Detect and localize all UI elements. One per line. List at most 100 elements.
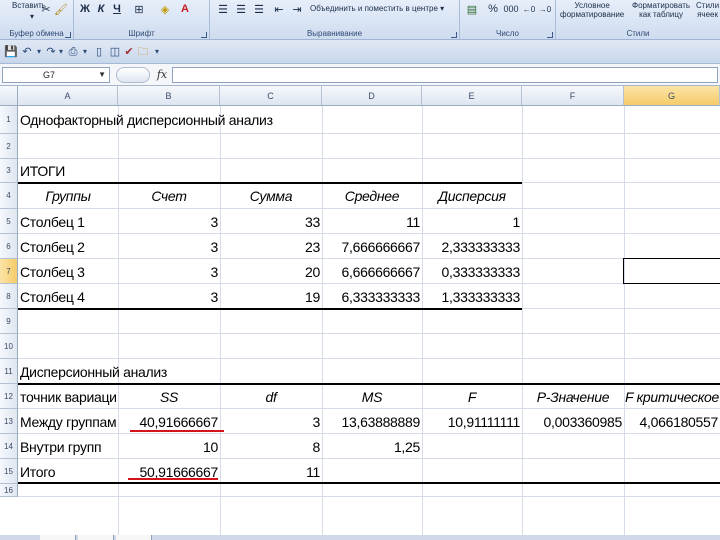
cell-b7[interactable]: 3 xyxy=(118,259,220,284)
alignment-launcher-icon[interactable] xyxy=(451,32,457,38)
cell-d5[interactable]: 11 xyxy=(322,209,422,234)
fill-color-icon[interactable]: ◈ xyxy=(158,2,172,16)
cell-a14[interactable]: Внутри групп xyxy=(18,434,118,459)
column-header-d[interactable]: D xyxy=(322,86,422,106)
insert-function-button[interactable]: fx xyxy=(152,67,172,83)
decrease-decimal-icon[interactable]: →0 xyxy=(538,2,552,16)
cell-f13[interactable]: 0,003360985 xyxy=(522,409,624,434)
cell-b4[interactable]: Счет xyxy=(118,183,220,209)
decrease-indent-icon[interactable]: ⇤ xyxy=(272,2,286,16)
row-header-13[interactable]: 13 xyxy=(0,409,18,434)
accounting-format-icon[interactable]: ▤ xyxy=(464,2,480,16)
cell-c4[interactable]: Сумма xyxy=(220,183,322,209)
conditional-format-button[interactable]: Условное форматирование xyxy=(560,1,624,19)
cell-c6[interactable]: 23 xyxy=(220,234,322,259)
row-header-15[interactable]: 15 xyxy=(0,459,18,484)
cell-styles-button[interactable]: Стили ячеек xyxy=(696,1,719,19)
row-header-9[interactable]: 9 xyxy=(0,309,18,334)
cell-a15[interactable]: Итого xyxy=(18,459,118,484)
cell-e8[interactable]: 1,333333333 xyxy=(422,284,522,309)
cell-c14[interactable]: 8 xyxy=(220,434,322,459)
cell-b12[interactable]: SS xyxy=(118,384,220,409)
format-as-table-button[interactable]: Форматировать как таблицу xyxy=(632,1,690,19)
borders-icon[interactable]: ⊞ xyxy=(132,2,146,16)
column-header-f[interactable]: F xyxy=(522,86,624,106)
merge-center-button[interactable]: Объединить и поместить в центре ▾ xyxy=(310,4,444,13)
cell-d8[interactable]: 6,333333333 xyxy=(322,284,422,309)
cell-c5[interactable]: 33 xyxy=(220,209,322,234)
row-header-11[interactable]: 11 xyxy=(0,359,18,384)
selected-cell-g7[interactable] xyxy=(623,258,720,284)
sheet-tab-1[interactable] xyxy=(40,535,76,540)
clipboard-launcher-icon[interactable] xyxy=(65,32,71,38)
cell-e5[interactable]: 1 xyxy=(422,209,522,234)
cell-g12[interactable]: F критическое xyxy=(624,384,720,409)
cell-e6[interactable]: 2,333333333 xyxy=(422,234,522,259)
cell-d4[interactable]: Среднее xyxy=(322,183,422,209)
name-box-dropdown-icon[interactable]: ▼ xyxy=(98,68,106,82)
percent-button[interactable]: % xyxy=(486,2,500,16)
cell-f12[interactable]: P-Значение xyxy=(522,384,624,409)
column-header-b[interactable]: B xyxy=(118,86,220,106)
row-header-3[interactable]: 3 xyxy=(0,159,18,183)
cell-b6[interactable]: 3 xyxy=(118,234,220,259)
align-left-icon[interactable]: ☰ xyxy=(216,2,230,16)
cell-e4[interactable]: Дисперсия xyxy=(422,183,522,209)
cell-a6[interactable]: Столбец 2 xyxy=(18,234,118,259)
align-right-icon[interactable]: ☰ xyxy=(252,2,266,16)
number-launcher-icon[interactable] xyxy=(547,32,553,38)
underline-button[interactable]: Ч xyxy=(110,2,124,16)
row-header-8[interactable]: 8 xyxy=(0,284,18,309)
open-folder-icon[interactable]: 🗀 xyxy=(136,45,150,59)
cell-a1[interactable]: Однофакторный дисперсионный анализ xyxy=(18,106,518,134)
qat-dropdown-icon[interactable]: ▾ xyxy=(78,45,92,59)
column-header-e[interactable]: E xyxy=(422,86,522,106)
cut-icon[interactable]: ✂ xyxy=(40,2,52,16)
formula-bar-resize-handle[interactable] xyxy=(116,67,150,83)
row-header-6[interactable]: 6 xyxy=(0,234,18,259)
save-icon[interactable]: 💾 xyxy=(4,45,18,59)
paste-dropdown[interactable]: ▾ xyxy=(30,12,34,21)
cell-c12[interactable]: df xyxy=(220,384,322,409)
cell-c13[interactable]: 3 xyxy=(220,409,322,434)
bold-button[interactable]: Ж xyxy=(78,2,92,16)
cell-b8[interactable]: 3 xyxy=(118,284,220,309)
cell-d12[interactable]: MS xyxy=(322,384,422,409)
worksheet-grid[interactable]: Однофакторный дисперсионный анализ ИТОГИ Г… xyxy=(18,106,720,536)
formula-input[interactable] xyxy=(172,67,718,83)
cell-c8[interactable]: 19 xyxy=(220,284,322,309)
cell-d7[interactable]: 6,666666667 xyxy=(322,259,422,284)
cell-g13[interactable]: 4,066180557 xyxy=(624,409,720,434)
row-header-12[interactable]: 12 xyxy=(0,384,18,409)
row-header-4[interactable]: 4 xyxy=(0,183,18,209)
cell-c15[interactable]: 11 xyxy=(220,459,322,484)
cell-b15[interactable]: 50,91666667 xyxy=(118,459,220,484)
cell-e12[interactable]: F xyxy=(422,384,522,409)
format-painter-icon[interactable]: 🖌 xyxy=(54,2,68,16)
cell-b5[interactable]: 3 xyxy=(118,209,220,234)
customize-qat-icon[interactable]: ▾ xyxy=(150,45,164,59)
increase-decimal-icon[interactable]: ←0 xyxy=(522,2,536,16)
column-header-c[interactable]: C xyxy=(220,86,322,106)
cell-e13[interactable]: 10,91111111 xyxy=(422,409,522,434)
cell-a7[interactable]: Столбец 3 xyxy=(18,259,118,284)
cell-a11[interactable]: Дисперсионный анализ xyxy=(18,359,518,384)
row-header-14[interactable]: 14 xyxy=(0,434,18,459)
column-header-a[interactable]: A xyxy=(18,86,118,106)
cell-a4[interactable]: Группы xyxy=(18,183,118,209)
font-color-icon[interactable]: A xyxy=(178,2,192,16)
print-preview-icon[interactable]: ◫ xyxy=(108,45,122,59)
row-header-5[interactable]: 5 xyxy=(0,209,18,234)
row-header-1[interactable]: 1 xyxy=(0,106,18,134)
font-launcher-icon[interactable] xyxy=(201,32,207,38)
cell-d14[interactable]: 1,25 xyxy=(322,434,422,459)
italic-button[interactable]: К xyxy=(94,2,108,16)
cell-d13[interactable]: 13,63888889 xyxy=(322,409,422,434)
name-box[interactable]: G7 ▼ xyxy=(2,67,110,83)
new-document-icon[interactable]: ▯ xyxy=(92,45,106,59)
row-header-7[interactable]: 7 xyxy=(0,259,18,284)
cell-a5[interactable]: Столбец 1 xyxy=(18,209,118,234)
row-header-10[interactable]: 10 xyxy=(0,334,18,359)
cell-b14[interactable]: 10 xyxy=(118,434,220,459)
cell-a8[interactable]: Столбец 4 xyxy=(18,284,118,309)
